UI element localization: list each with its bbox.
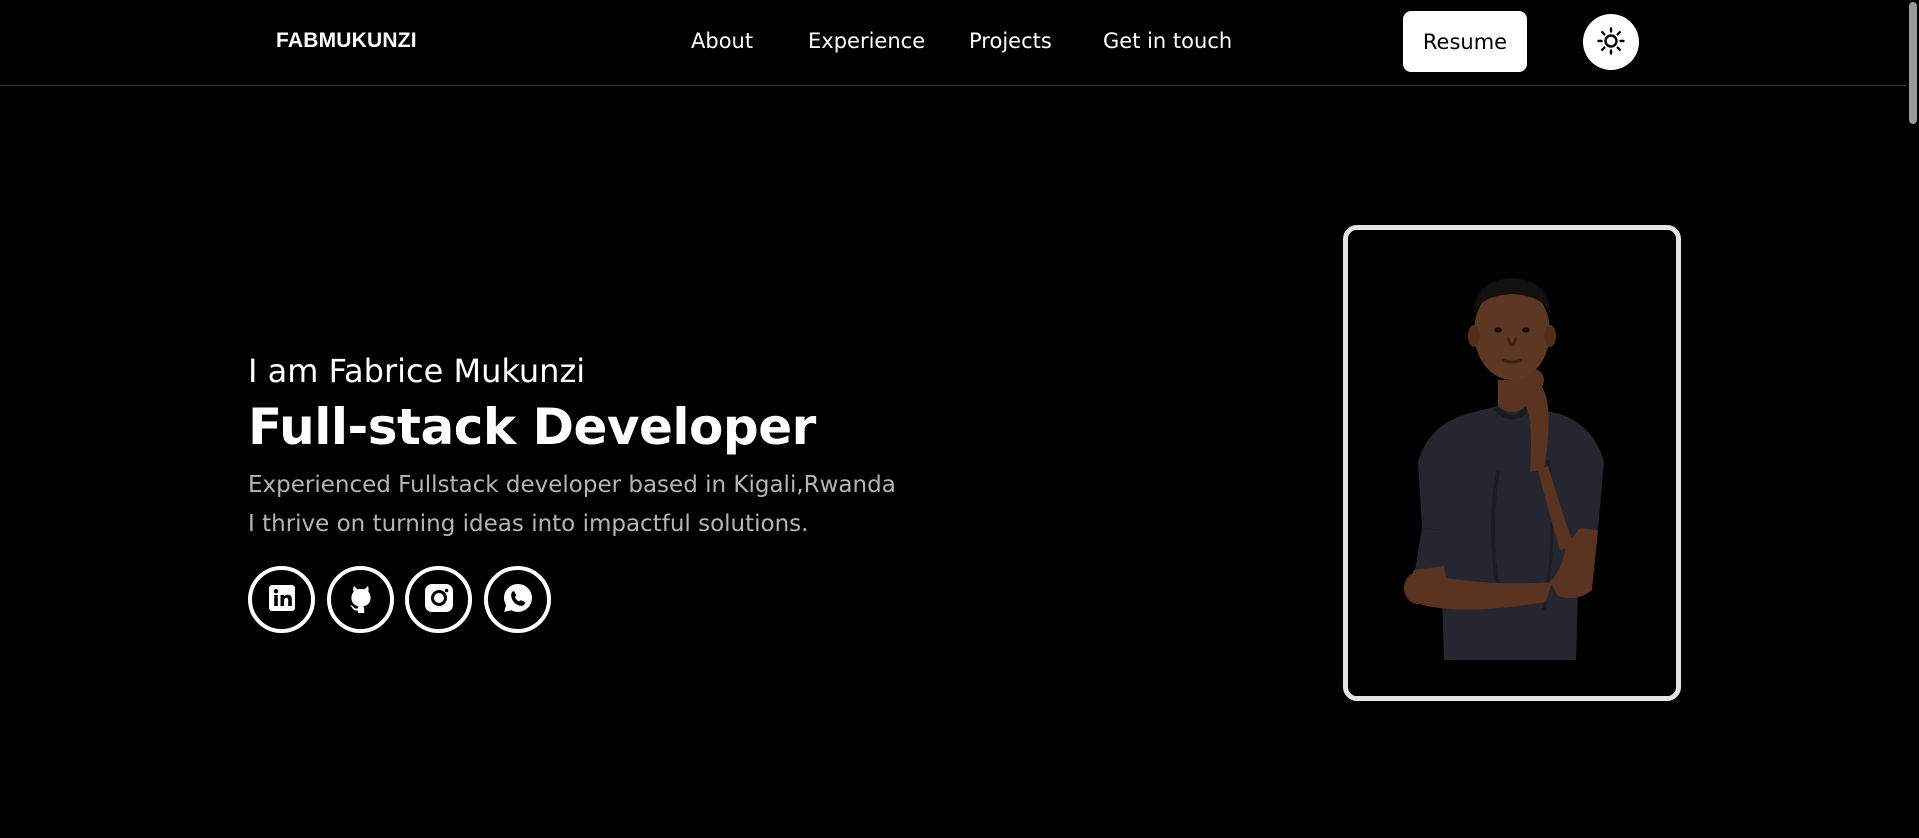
brand-logo[interactable]: FABMUKUNZI [276, 29, 417, 53]
hero-description-line: I thrive on turning ideas into impactful… [248, 511, 809, 537]
nav-projects[interactable]: Projects [969, 29, 1052, 53]
github-link[interactable] [327, 566, 394, 633]
instagram-link[interactable] [405, 566, 472, 633]
whatsapp-link[interactable] [484, 566, 551, 633]
site-header: FABMUKUNZI About Experience Projects Get… [0, 0, 1906, 86]
sun-icon [1597, 26, 1625, 58]
hero-description-line: Experienced Fullstack developer based in… [248, 472, 896, 498]
linkedin-link[interactable] [248, 566, 315, 633]
instagram-icon [423, 582, 455, 618]
whatsapp-icon [502, 582, 534, 618]
scrollbar-thumb[interactable] [1909, 2, 1917, 124]
hero-title: Full-stack Developer [248, 398, 816, 456]
nav-about[interactable]: About [691, 29, 753, 53]
github-icon [345, 582, 377, 618]
profile-photo [1348, 230, 1676, 696]
page-scrollbar[interactable] [1906, 0, 1919, 838]
theme-toggle-button[interactable] [1583, 14, 1639, 70]
nav-get-in-touch[interactable]: Get in touch [1103, 29, 1232, 53]
hero-description: Experienced Fullstack developer based in… [248, 466, 896, 544]
portrait-card [1343, 225, 1681, 701]
linkedin-icon [267, 583, 297, 617]
hero-intro: I am Fabrice Mukunzi [248, 352, 586, 390]
nav-experience[interactable]: Experience [808, 29, 925, 53]
resume-button[interactable]: Resume [1403, 11, 1527, 72]
portfolio-page: FABMUKUNZI About Experience Projects Get… [0, 0, 1919, 838]
